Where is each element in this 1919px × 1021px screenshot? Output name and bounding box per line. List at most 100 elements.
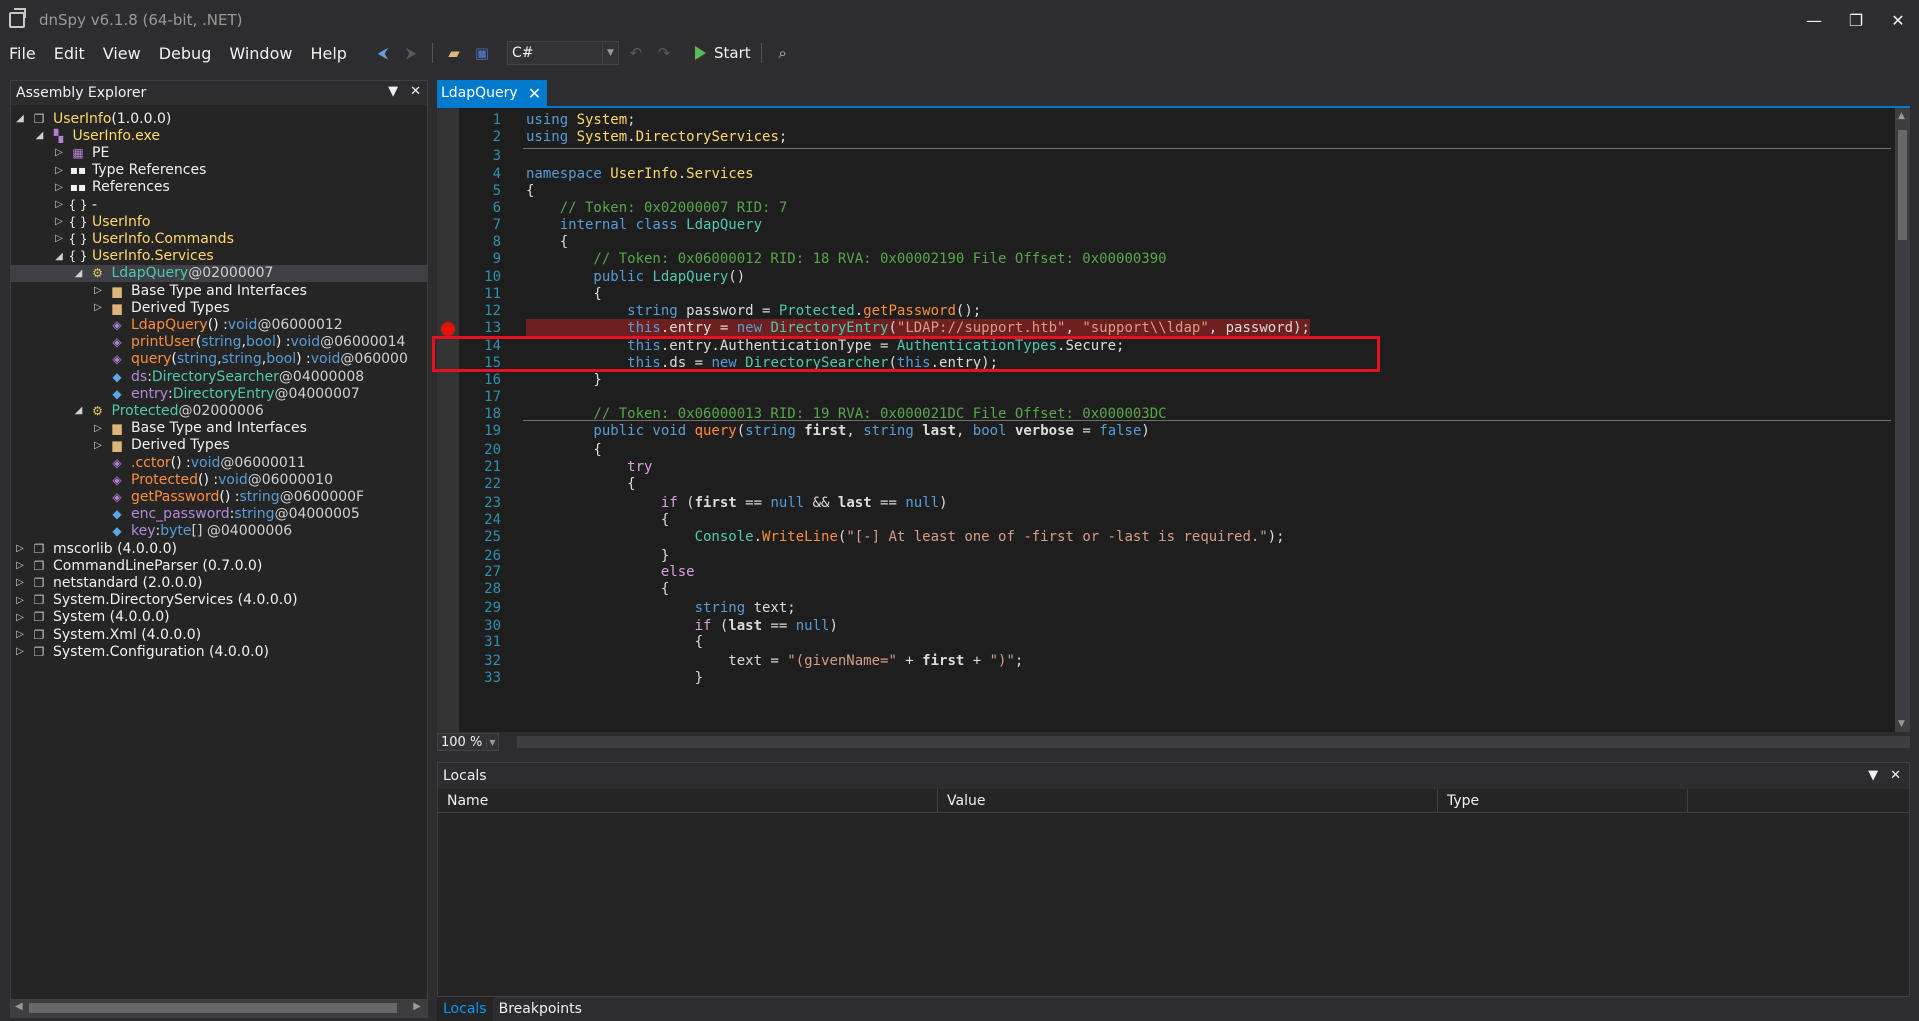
scroll-down-icon[interactable]: ▼ xyxy=(1898,719,1905,729)
menu-window[interactable]: Window xyxy=(220,44,301,63)
column-header-value[interactable]: Value xyxy=(938,789,1438,813)
panel-close-icon[interactable]: ✕ xyxy=(1890,768,1901,783)
language-select[interactable]: C# ▼ xyxy=(507,41,619,65)
tab-breakpoints[interactable]: Breakpoints xyxy=(493,997,588,1021)
editor-horizontal-scrollbar[interactable] xyxy=(517,736,1910,748)
code-line[interactable]: 28 { xyxy=(437,580,1895,599)
tree-row[interactable]: ▷ ❐ netstandard (2.0.0.0) xyxy=(11,574,427,591)
tree-row[interactable]: ▷ ▆ Base Type and Interfaces xyxy=(11,282,427,299)
code-editor[interactable]: 1 using System; 2 using System.DirectorySer… xyxy=(437,108,1895,732)
tree-row[interactable]: ◆ key : byte[] @04000006 xyxy=(11,523,427,540)
tree-row[interactable]: ◈ printUser(string, bool) : void @0600001… xyxy=(11,334,427,351)
panel-menu-chevron-icon[interactable]: ▼ xyxy=(1868,768,1878,783)
panel-menu-chevron-icon[interactable]: ▼ xyxy=(388,84,398,99)
expander-chevron-icon[interactable]: ◢ xyxy=(33,130,47,141)
close-window-button[interactable]: ✕ xyxy=(1877,0,1919,40)
scrollbar-thumb[interactable] xyxy=(1898,130,1907,240)
scrollbar-thumb[interactable] xyxy=(29,1003,397,1013)
expander-chevron-icon[interactable]: ▷ xyxy=(52,182,66,193)
start-debug-button[interactable]: Start xyxy=(695,44,751,62)
tree-row[interactable]: ▷ ▦ PE xyxy=(11,144,427,161)
tree-row[interactable]: ◈ .cctor() : void @06000011 xyxy=(11,454,427,471)
expander-chevron-icon[interactable]: ▷ xyxy=(13,560,27,571)
expander-chevron-icon[interactable]: ▷ xyxy=(13,646,27,657)
scroll-left-icon[interactable]: ◀ xyxy=(15,1001,23,1012)
tree-row[interactable]: ◈ query(string, string, bool) : void @060… xyxy=(11,351,427,368)
zoom-select[interactable]: 100 % ▼ xyxy=(437,733,499,751)
code-line[interactable]: 3 xyxy=(437,147,1895,166)
tree-row[interactable]: ◆ entry : DirectoryEntry @04000007 xyxy=(11,385,427,402)
tree-row[interactable]: ◆ ds : DirectorySearcher @04000008 xyxy=(11,368,427,385)
tree-row[interactable]: ◈ LdapQuery() : void @06000012 xyxy=(11,316,427,333)
open-folder-icon[interactable]: ▰ xyxy=(443,42,465,64)
tree-row[interactable]: ▷ ❐ mscorlib (4.0.0.0) xyxy=(11,540,427,557)
expander-chevron-icon[interactable]: ◢ xyxy=(72,405,86,416)
expander-chevron-icon[interactable]: ◢ xyxy=(52,251,66,262)
tree-row[interactable]: ◈ getPassword() : string @0600000F xyxy=(11,488,427,505)
tree-row[interactable]: ◢{ } UserInfo.Services xyxy=(11,248,427,265)
restore-button[interactable]: ❐ xyxy=(1835,0,1877,40)
explorer-horizontal-scrollbar[interactable]: ◀ ▶ xyxy=(11,999,427,1017)
tree-row[interactable]: ▷ ▪▪ Type References xyxy=(11,162,427,179)
tree-row[interactable]: ◢ ⚙ Protected @02000006 xyxy=(11,402,427,419)
minimize-button[interactable]: — xyxy=(1793,0,1835,40)
column-header-name[interactable]: Name xyxy=(438,789,938,813)
expander-chevron-icon[interactable]: ▷ xyxy=(91,285,105,296)
navigate-forward-icon[interactable]: ⮞ xyxy=(400,42,422,64)
expander-chevron-icon[interactable]: ▷ xyxy=(13,595,27,606)
menu-edit[interactable]: Edit xyxy=(45,44,94,63)
expander-chevron-icon[interactable]: ▷ xyxy=(52,233,66,244)
tree-row[interactable]: ◆ enc_password : string @04000005 xyxy=(11,506,427,523)
expander-chevron-icon[interactable]: ▷ xyxy=(91,440,105,451)
column-header-type[interactable]: Type xyxy=(1438,789,1688,813)
tree-row[interactable]: ▷ ▆ Derived Types xyxy=(11,299,427,316)
scroll-right-icon[interactable]: ▶ xyxy=(413,1001,421,1012)
menu-debug[interactable]: Debug xyxy=(150,44,221,63)
save-all-icon[interactable]: ▣ xyxy=(471,42,493,64)
expander-chevron-icon[interactable]: ▷ xyxy=(52,199,66,210)
code-line[interactable]: 33 } xyxy=(437,669,1895,688)
code-line[interactable]: 31 { xyxy=(437,633,1895,652)
tab-locals[interactable]: Locals xyxy=(437,997,493,1021)
tree-row[interactable]: ◢ ❐ UserInfo (1.0.0.0) xyxy=(11,110,427,127)
tree-row[interactable]: ◢ ⚙ LdapQuery @02000007 xyxy=(11,264,427,282)
tab-ldapquery[interactable]: LdapQuery ✕ xyxy=(437,80,548,106)
tree-row[interactable]: ◢ ▚ UserInfo.exe xyxy=(11,127,427,144)
expander-chevron-icon[interactable]: ▷ xyxy=(91,302,105,313)
expander-chevron-icon[interactable]: ◢ xyxy=(72,268,86,279)
tree-row[interactable]: ▷ ❐ System.Xml (4.0.0.0) xyxy=(11,626,427,643)
code-line[interactable]: 25 Console.WriteLine("[-] At least one o… xyxy=(437,528,1895,547)
tree-row[interactable]: ▷{ } UserInfo.Commands xyxy=(11,230,427,247)
panel-close-icon[interactable]: ✕ xyxy=(410,84,421,99)
editor-vertical-scrollbar[interactable]: ▲ ▼ xyxy=(1895,108,1910,732)
expander-chevron-icon[interactable]: ▷ xyxy=(52,216,66,227)
expander-chevron-icon[interactable]: ◢ xyxy=(13,113,27,124)
expander-chevron-icon[interactable]: ▷ xyxy=(52,165,66,176)
expander-chevron-icon[interactable]: ▷ xyxy=(52,147,66,158)
menu-file[interactable]: File xyxy=(0,44,45,63)
menu-help[interactable]: Help xyxy=(301,44,355,63)
search-icon[interactable]: ⌕ xyxy=(772,42,794,64)
code-line[interactable]: 2 using System.DirectoryServices; xyxy=(437,128,1895,147)
code-line[interactable]: 22 { xyxy=(437,475,1895,494)
redo-icon[interactable]: ↷ xyxy=(653,42,675,64)
tree-row[interactable]: ▷{ } - xyxy=(11,196,427,213)
expander-chevron-icon[interactable]: ▷ xyxy=(13,577,27,588)
tree-row[interactable]: ▷ ❐ System.DirectoryServices (4.0.0.0) xyxy=(11,592,427,609)
undo-icon[interactable]: ↶ xyxy=(625,42,647,64)
code-line[interactable]: 29 string text; xyxy=(437,599,1895,618)
code-line[interactable]: 9 // Token: 0x06000012 RID: 18 RVA: 0x00… xyxy=(437,250,1895,269)
tree-row[interactable]: ▷ ❐ CommandLineParser (0.7.0.0) xyxy=(11,557,427,574)
expander-chevron-icon[interactable]: ▷ xyxy=(13,629,27,640)
expander-chevron-icon[interactable]: ▷ xyxy=(91,423,105,434)
tree-row[interactable]: ▷ ▪▪ References xyxy=(11,179,427,196)
tree-row[interactable]: ▷ ▆ Derived Types xyxy=(11,437,427,454)
tree-row[interactable]: ▷ ❐ System (4.0.0.0) xyxy=(11,609,427,626)
menu-view[interactable]: View xyxy=(94,44,150,63)
breakpoint-icon[interactable] xyxy=(441,322,455,336)
expander-chevron-icon[interactable]: ▷ xyxy=(13,612,27,623)
tree-row[interactable]: ▷ ❐ System.Configuration (4.0.0.0) xyxy=(11,643,427,660)
code-line[interactable]: 19 public void query(string first, strin… xyxy=(437,422,1895,441)
navigate-back-icon[interactable]: ⮜ xyxy=(372,42,394,64)
tree-row[interactable]: ◈ Protected() : void @06000010 xyxy=(11,471,427,488)
